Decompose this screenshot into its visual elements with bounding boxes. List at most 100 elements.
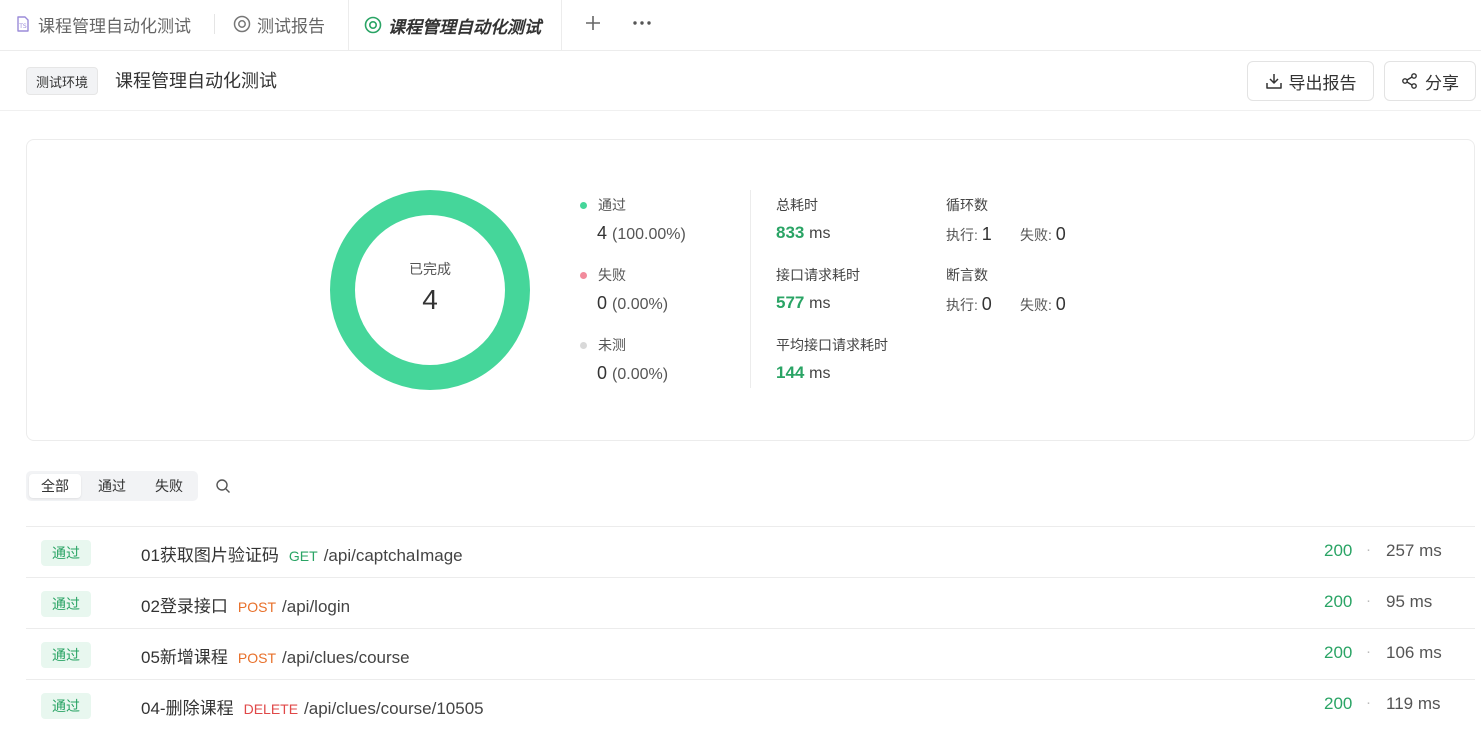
request-time-label: 接口请求耗时 (776, 267, 860, 283)
assert-exec-value: 0 (981, 294, 992, 314)
loop-count-label: 循环数 (946, 197, 988, 213)
tab-current-report[interactable]: 课程管理自动化测试 (348, 0, 562, 50)
http-method: GET (288, 548, 318, 564)
total-time-unit: ms (809, 225, 831, 242)
api-path: /api/login (282, 597, 351, 616)
untested-percent: (0.00%) (612, 366, 669, 383)
api-path: /api/clues/course/10505 (304, 699, 484, 718)
api-path: /api/captchaImage (323, 546, 463, 565)
assert-fail: 失败: 0 (1020, 294, 1066, 315)
tab-label: 课程管理自动化测试 (38, 16, 191, 36)
filter-all-tab[interactable]: 全部 (29, 474, 81, 498)
test-suite-icon: TS (14, 15, 32, 33)
tab-divider (214, 14, 215, 34)
assert-exec-label: 执行: (946, 297, 978, 313)
share-label: 分享 (1425, 73, 1459, 93)
api-name: 05新增课程 POST/api/clues/course (141, 643, 410, 668)
loop-exec-label: 执行: (946, 227, 978, 243)
response-time: 119 ms (1386, 694, 1441, 713)
fail-count: 0 (597, 293, 608, 313)
api-path: /api/clues/course (282, 648, 410, 667)
loop-fail: 失败: 0 (1020, 224, 1066, 245)
header-divider (0, 110, 1481, 111)
separator: · (1366, 592, 1371, 609)
loop-exec-value: 1 (981, 224, 992, 244)
filter-pass-tab[interactable]: 通过 (85, 474, 139, 498)
status-code: 200 (1324, 643, 1353, 662)
status-badge: 通过 (41, 642, 91, 668)
pass-stat-value: 4 (100.00%) (597, 223, 686, 244)
table-row[interactable]: 通过 02登录接口 POST/api/login 200 · 95 ms (26, 577, 1475, 628)
fail-percent: (0.00%) (612, 296, 669, 313)
pass-percent: (100.00%) (612, 226, 686, 243)
report-active-icon (364, 16, 382, 34)
summary-divider (750, 190, 751, 388)
page-title: 课程管理自动化测试 (115, 71, 277, 91)
response-time: 106 ms (1386, 643, 1442, 662)
fail-dot-icon (580, 271, 587, 279)
avg-request-time-number: 144 (776, 363, 805, 382)
api-name: 01获取图片验证码 GET/api/captchaImage (141, 541, 463, 566)
svg-text:TS: TS (18, 23, 27, 30)
http-method: DELETE (243, 701, 299, 717)
tab-bar: TS 课程管理自动化测试 测试报告 课程管理自动化测试 (0, 0, 1481, 51)
export-label: 导出报告 (1288, 73, 1357, 93)
search-icon[interactable] (215, 478, 231, 494)
avg-request-time-value: 144 ms (776, 363, 830, 383)
plus-icon (586, 16, 600, 30)
completed-label: 已完成 (409, 261, 451, 277)
api-title: 04-删除课程 (141, 699, 234, 718)
avg-request-time-unit: ms (809, 365, 831, 382)
tab-label: 课程管理自动化测试 (388, 17, 541, 37)
fail-stat-value: 0 (0.00%) (597, 293, 668, 314)
status-code: 200 (1324, 541, 1353, 560)
environment-badge: 测试环境 (26, 67, 99, 95)
untested-count: 0 (597, 363, 608, 383)
assert-fail-value: 0 (1055, 294, 1066, 314)
assert-exec: 执行: 0 (946, 294, 992, 315)
export-report-button[interactable]: 导出报告 (1247, 61, 1374, 101)
more-icon (633, 21, 651, 25)
filter-fail-tab[interactable]: 失败 (142, 474, 196, 498)
pass-label-text: 通过 (598, 197, 626, 213)
separator: · (1366, 541, 1371, 558)
result-filter: 全部 通过 失败 (26, 471, 198, 501)
assert-count-label: 断言数 (946, 267, 988, 283)
pass-stat-label: 通过 (580, 195, 626, 215)
add-tab-button[interactable] (580, 10, 606, 36)
status-badge: 通过 (41, 540, 91, 566)
untested-stat-value: 0 (0.00%) (597, 363, 668, 384)
untested-dot-icon (580, 341, 587, 349)
loop-fail-value: 0 (1055, 224, 1066, 244)
tab-label: 测试报告 (257, 16, 325, 36)
loop-exec: 执行: 1 (946, 224, 992, 245)
fail-label-text: 失败 (598, 267, 626, 283)
report-icon (233, 15, 251, 33)
share-button[interactable]: 分享 (1384, 61, 1476, 101)
untested-stat-label: 未测 (580, 335, 626, 355)
api-title: 05新增课程 (141, 648, 228, 667)
http-method: POST (237, 599, 277, 615)
loop-fail-label: 失败: (1020, 227, 1052, 243)
download-icon (1265, 72, 1283, 90)
request-time-unit: ms (809, 295, 831, 312)
separator: · (1366, 694, 1371, 711)
request-time-value: 577 ms (776, 293, 830, 313)
http-method: POST (237, 650, 277, 666)
total-time-number: 833 (776, 223, 805, 242)
tab-test-report[interactable]: 测试报告 (233, 0, 325, 48)
status-code: 200 (1324, 592, 1353, 611)
tab-test-suite[interactable]: TS 课程管理自动化测试 (14, 0, 191, 48)
separator: · (1366, 643, 1371, 660)
completed-count: 4 (422, 284, 438, 315)
untested-label-text: 未测 (598, 337, 626, 353)
assert-fail-label: 失败: (1020, 297, 1052, 313)
pass-dot-icon (580, 201, 587, 209)
total-time-value: 833 ms (776, 223, 830, 243)
table-row[interactable]: 通过 04-删除课程 DELETE/api/clues/course/10505 … (26, 679, 1475, 730)
table-row[interactable]: 通过 01获取图片验证码 GET/api/captchaImage 200 · 2… (26, 526, 1475, 577)
share-icon (1401, 72, 1419, 90)
table-row[interactable]: 通过 05新增课程 POST/api/clues/course 200 · 106… (26, 628, 1475, 679)
more-tabs-button[interactable] (628, 10, 656, 36)
total-time-label: 总耗时 (776, 197, 818, 213)
